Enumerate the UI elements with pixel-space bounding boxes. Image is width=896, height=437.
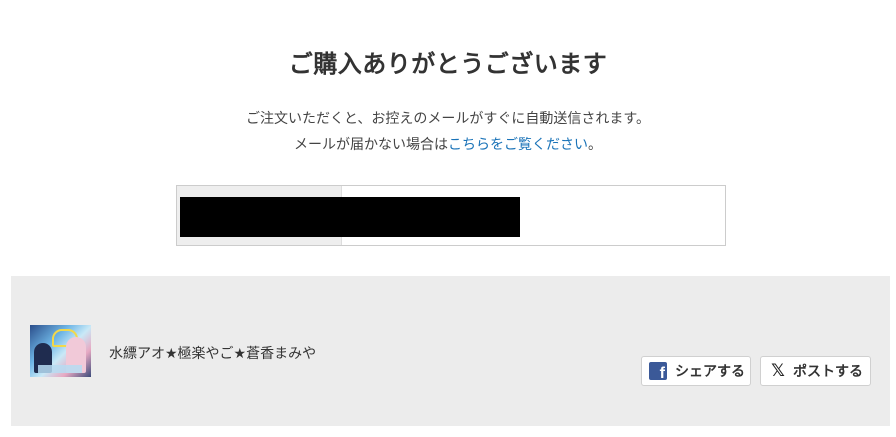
email-not-received-message: メールが届かない場合はこちらをご覧ください。 [0, 134, 896, 154]
facebook-share-button[interactable]: シェアする [641, 356, 751, 386]
share-section: 水縹アオ★極楽やご★蒼香まみや シェアする 𝕏 ポストする [11, 276, 890, 426]
order-info-box [176, 185, 726, 246]
x-post-button[interactable]: 𝕏 ポストする [760, 356, 871, 386]
redacted-order-info [180, 197, 520, 237]
x-post-label: ポストする [793, 364, 863, 380]
email-not-received-prefix: メールが届かない場合は [294, 137, 448, 153]
item-thumbnail[interactable] [30, 325, 91, 377]
help-link[interactable]: こちらをご覧ください [448, 137, 588, 153]
item-title[interactable]: 水縹アオ★極楽やご★蒼香まみや [109, 343, 316, 363]
facebook-share-label: シェアする [675, 364, 745, 380]
x-icon: 𝕏 [771, 361, 785, 381]
purchase-complete-page: ご購入ありがとうございます ご注文いただくと、お控えのメールがすぐに自動送信され… [0, 0, 896, 437]
auto-email-message: ご注文いただくと、お控えのメールがすぐに自動送信されます。 [245, 111, 651, 127]
page-title: ご購入ありがとうございます [288, 50, 608, 78]
email-not-received-suffix: 。 [588, 137, 602, 153]
facebook-icon [649, 362, 667, 383]
thumbnail-logo-strip [38, 365, 82, 373]
